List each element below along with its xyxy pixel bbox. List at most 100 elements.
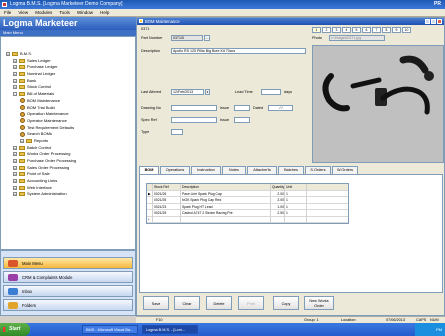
taskbar-item-logma[interactable]: Logma B.M.S. - [Lom... (142, 325, 198, 334)
photo-path-field[interactable]: c:\images\0371.jpg (329, 35, 385, 41)
expand-toggle-icon[interactable]: + (13, 158, 17, 163)
tree-node[interactable]: + Purchase Ledger (3, 64, 135, 71)
detail-tab[interactable]: Notes (222, 166, 246, 174)
detail-tab[interactable]: Operations (160, 166, 190, 174)
grid-cell-qty[interactable]: 2.00 (271, 190, 285, 196)
tree-node[interactable]: + Sales Ledger (3, 58, 135, 65)
type-field[interactable] (171, 129, 183, 135)
grid-cell-ref[interactable]: 0021/25 (153, 210, 181, 216)
grid-cell-ref[interactable]: 0021/25 (153, 197, 181, 203)
new-row[interactable]: * (147, 216, 348, 223)
save-button[interactable]: Save (143, 296, 169, 310)
grid-cell-desc[interactable]: Spark Plug HT Lead (181, 203, 271, 209)
drawing-no-field[interactable] (171, 105, 217, 111)
tree-node[interactable]: + Nominal Ledger (3, 71, 135, 78)
grid-cell-ref[interactable]: 0021/26 (153, 190, 181, 196)
photo-tab[interactable]: 2 (322, 27, 331, 33)
expand-toggle-icon[interactable]: + (13, 65, 17, 70)
print-button[interactable]: Print (238, 296, 264, 310)
date-picker-button[interactable]: ▾ (205, 89, 210, 95)
description-field[interactable]: Apollo RS 125 Pilito Big Bore Kit 70ccs (171, 48, 306, 54)
tree-node[interactable]: + Batch Control (3, 145, 135, 152)
close-icon[interactable] (437, 19, 442, 24)
taskbar-item-vb[interactable]: BMS - Microsoft Visual Ba... (82, 325, 138, 334)
tree-node[interactable]: + Accounting Links (3, 178, 135, 185)
tree-node[interactable]: + Stock Control (3, 84, 135, 91)
minimize-icon[interactable] (425, 19, 430, 24)
tree-node[interactable]: + System Administration (3, 191, 135, 198)
tree-node[interactable]: + Purchase Order Processing (3, 158, 135, 165)
grid-cell-desc[interactable]: Castrol A747 2 Stroke Racing Pre (181, 210, 271, 216)
part-number-field[interactable]: 0371/0 (171, 35, 203, 41)
photo-tab[interactable]: 9 (392, 27, 401, 33)
tree-node[interactable]: + B.M.S. (3, 51, 135, 58)
part-lookup-button[interactable]: … (204, 35, 210, 41)
tree-node[interactable]: + Web Interface (3, 185, 135, 192)
detail-tab[interactable]: W.Orders (332, 166, 358, 174)
grid-cell-empty[interactable] (271, 216, 285, 222)
copy-button[interactable]: Copy (273, 296, 299, 310)
detail-tab[interactable]: Batches (278, 166, 304, 174)
tree-node[interactable]: + Sales Order Processing (3, 165, 135, 172)
grid-header-cell[interactable]: Unit (285, 184, 307, 190)
tree-node[interactable]: + Works Order Processing (3, 151, 135, 158)
grid-cell-qty[interactable]: 2.50 (271, 210, 285, 216)
photo-tab[interactable]: 6 (362, 27, 371, 33)
nav-main-menu-button[interactable]: Main Menu (3, 257, 133, 269)
grid-cell-unit[interactable]: 1 (285, 210, 307, 216)
menu-help[interactable]: Help (100, 10, 109, 15)
grid-cell-qty[interactable]: 1.00 (271, 203, 285, 209)
spec-issue-field[interactable] (234, 117, 250, 123)
menu-tools[interactable]: Tools (59, 10, 70, 15)
grid-cell-desc[interactable]: Pace Line Spark Plug Cap (181, 190, 271, 196)
tree-node[interactable]: Test Requirement Defaults (3, 125, 135, 132)
expand-toggle-icon[interactable]: + (13, 192, 17, 197)
nav-crm-button[interactable]: CRM & Complaints Module (3, 271, 133, 283)
photo-tab[interactable]: 7 (372, 27, 381, 33)
grid-header-cell[interactable]: Quantity (271, 184, 285, 190)
tree-node[interactable]: Operation Maintenance (3, 111, 135, 118)
detail-tab[interactable]: Attachm'ts (247, 166, 277, 174)
grid-cell-unit[interactable]: 1 (285, 190, 307, 196)
dated-field[interactable]: / / (268, 105, 293, 111)
detail-tab[interactable]: S.Orders (305, 166, 331, 174)
menu-window[interactable]: Window (77, 10, 93, 15)
photo-tab[interactable]: 4 (342, 27, 351, 33)
issue-field[interactable] (234, 105, 250, 111)
expand-toggle-icon[interactable]: + (13, 185, 17, 190)
lead-time-field[interactable] (261, 89, 281, 95)
photo-tab[interactable]: 5 (352, 27, 361, 33)
expand-toggle-icon[interactable]: + (13, 152, 17, 157)
tree-node[interactable]: - Bill of Materials (3, 91, 135, 98)
nav-inbox-button[interactable]: Inbox (3, 285, 133, 297)
tree-node[interactable]: BOM Maintenance (3, 98, 135, 105)
tree-node[interactable]: Operator Maintenance (3, 118, 135, 125)
menu-modules[interactable]: Modules (35, 10, 52, 15)
clear-button[interactable]: Clear (174, 296, 200, 310)
grid-header-cell[interactable]: Description (181, 184, 271, 190)
grid-cell-empty[interactable] (181, 216, 271, 222)
tree-node[interactable]: Search BOMs (3, 131, 135, 138)
menu-file[interactable]: File (4, 10, 11, 15)
grid-cell-ref[interactable]: 0021/23 (153, 203, 181, 209)
photo-tab[interactable]: 8 (382, 27, 391, 33)
tree-node[interactable]: + Reports (3, 138, 135, 145)
tree-node[interactable]: + Point of Sale (3, 171, 135, 178)
expand-toggle-icon[interactable]: - (13, 92, 17, 97)
start-button[interactable]: Start (0, 323, 30, 336)
photo-tab[interactable]: 1 (312, 27, 321, 33)
grid-cell-unit[interactable]: 1 (285, 197, 307, 203)
nav-folders-button[interactable]: Folders (3, 299, 133, 311)
new-works-order-button[interactable]: New Works Order (304, 296, 334, 310)
expand-toggle-icon[interactable]: + (13, 172, 17, 177)
detail-tab[interactable]: Instruction (191, 166, 221, 174)
expand-toggle-icon[interactable]: + (13, 78, 17, 83)
expand-toggle-icon[interactable]: + (6, 51, 10, 56)
photo-tab[interactable]: 10 (402, 27, 411, 33)
grid-cell-empty[interactable] (285, 216, 307, 222)
expand-toggle-icon[interactable]: + (13, 58, 17, 63)
menu-view[interactable]: View (18, 10, 28, 15)
expand-toggle-icon[interactable]: + (13, 145, 17, 150)
grid-cell-empty[interactable] (153, 216, 181, 222)
expand-toggle-icon[interactable]: + (13, 85, 17, 90)
